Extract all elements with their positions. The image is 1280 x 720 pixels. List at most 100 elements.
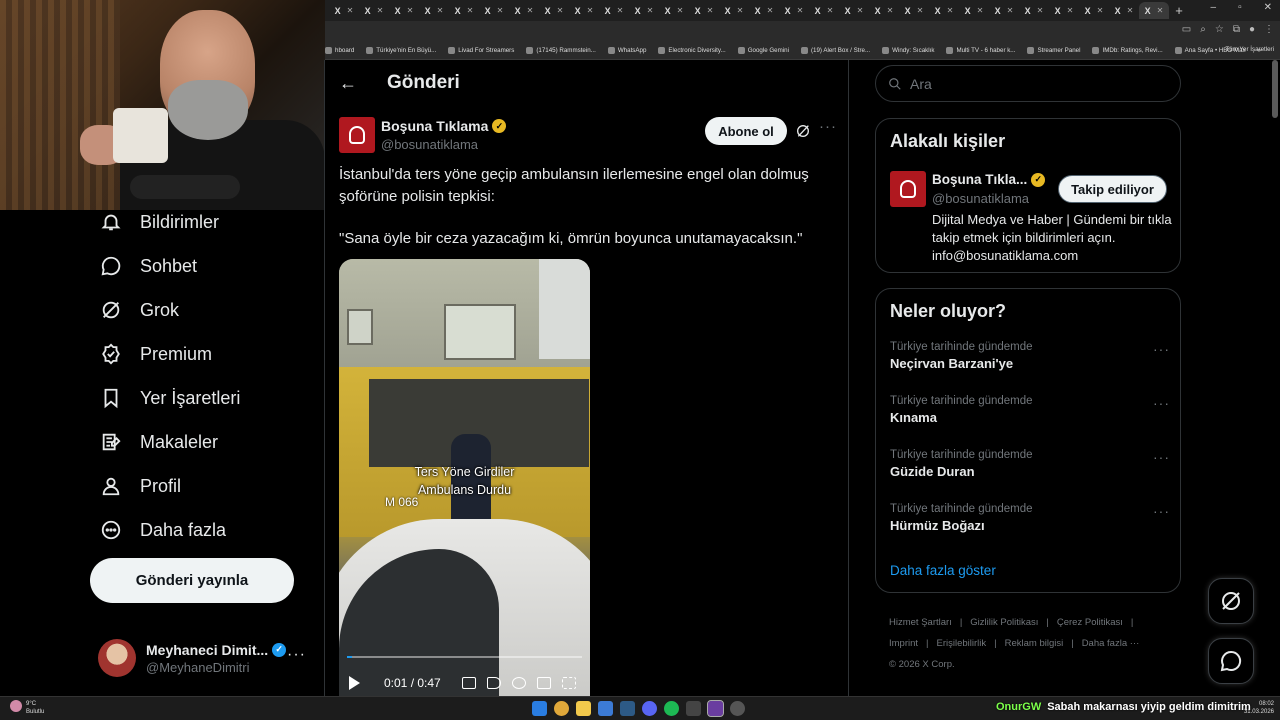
tab-close-icon[interactable]: ✕ — [347, 6, 354, 15]
bookmark-item[interactable]: hboard — [325, 46, 354, 54]
tab-close-icon[interactable]: ✕ — [557, 6, 564, 15]
new-tab-button[interactable]: + — [1169, 3, 1189, 18]
tab-close-icon[interactable]: ✕ — [677, 6, 684, 15]
tab-close-icon[interactable]: ✕ — [377, 6, 384, 15]
play-icon[interactable] — [349, 675, 360, 690]
footer-link[interactable]: Daha fazla ··· — [1082, 638, 1140, 649]
related-handle[interactable]: @bosunatiklama — [932, 191, 1029, 206]
footer-link[interactable]: Hizmet Şartları — [889, 617, 952, 628]
steam-icon[interactable] — [620, 701, 635, 716]
trend-item[interactable]: Türkiye tarihinde gündemde Hürmüz Boğazı ·… — [890, 503, 1170, 533]
browser-tab[interactable]: X ✕ — [329, 2, 359, 19]
bookmark-item[interactable]: (19) Alert Box / Stre... — [800, 46, 870, 54]
tab-close-icon[interactable]: ✕ — [797, 6, 804, 15]
file-explorer-icon[interactable] — [576, 701, 591, 716]
star-icon[interactable]: ☆ — [1215, 24, 1224, 35]
nav-item-daha-fazla[interactable]: Daha fazla — [88, 508, 318, 552]
bookmark-item[interactable]: Electronic Diversity... — [658, 46, 726, 54]
browser-tab[interactable]: X ✕ — [1109, 2, 1139, 19]
author-avatar[interactable] — [339, 117, 375, 153]
profile-icon[interactable]: ● — [1249, 24, 1255, 35]
browser-tab[interactable]: X ✕ — [929, 2, 959, 19]
weather-widget[interactable]: 9°C Bulutlu — [10, 700, 44, 716]
browser-tab[interactable]: X ✕ — [629, 2, 659, 19]
browser-tab[interactable]: X ✕ — [569, 2, 599, 19]
volume-icon[interactable] — [486, 676, 501, 689]
tab-close-icon[interactable]: ✕ — [1007, 6, 1014, 15]
tab-close-icon[interactable]: ✕ — [1037, 6, 1044, 15]
tab-close-icon[interactable]: ✕ — [947, 6, 954, 15]
app-icon[interactable] — [730, 701, 745, 716]
tab-close-icon[interactable]: ✕ — [407, 6, 414, 15]
messages-fab[interactable] — [1208, 638, 1254, 684]
tab-close-icon[interactable]: ✕ — [917, 6, 924, 15]
app-icon[interactable] — [598, 701, 613, 716]
all-bookmarks-folder[interactable]: Tüm Yer İşaretleri — [1226, 46, 1275, 53]
back-arrow-icon[interactable]: ← — [339, 73, 387, 94]
footer-link[interactable]: Çerez Politikası — [1057, 617, 1123, 628]
bookmark-item[interactable]: Streamer Panel — [1027, 46, 1080, 54]
tab-close-icon[interactable]: ✕ — [497, 6, 504, 15]
windows-start-icon[interactable] — [532, 701, 547, 716]
address-bar[interactable]: ▭ ⌕ ☆ ⧉ ● ⋮ — [325, 21, 1280, 41]
tab-close-icon[interactable]: ✕ — [767, 6, 774, 15]
browser-tab[interactable]: X ✕ — [959, 2, 989, 19]
browser-tab[interactable]: X ✕ — [689, 2, 719, 19]
browser-tab[interactable]: X ✕ — [749, 2, 779, 19]
minimize-icon[interactable]: – — [1211, 2, 1217, 13]
tab-close-icon[interactable]: ✕ — [617, 6, 624, 15]
tab-close-icon[interactable]: ✕ — [1157, 6, 1164, 15]
search-box[interactable] — [875, 65, 1181, 102]
browser-tab[interactable]: X ✕ — [599, 2, 629, 19]
browser-tab[interactable]: X ✕ — [1139, 2, 1169, 19]
maximize-icon[interactable]: ▫ — [1238, 2, 1242, 13]
search-input[interactable] — [910, 75, 1150, 92]
settings-icon[interactable] — [511, 676, 526, 689]
browser-tab[interactable]: X ✕ — [449, 2, 479, 19]
pip-icon[interactable] — [536, 676, 551, 689]
spotify-icon[interactable] — [664, 701, 679, 716]
menu-icon[interactable]: ⋮ — [1264, 24, 1274, 35]
bookmark-item[interactable]: Türkiye'nin En Büyü... — [366, 46, 436, 54]
browser-tab[interactable]: X ✕ — [899, 2, 929, 19]
bookmark-item[interactable]: IMDb: Ratings, Revi... — [1092, 46, 1163, 54]
bookmark-item[interactable]: WhatsApp — [607, 46, 646, 54]
author-handle[interactable]: @bosunatiklama — [381, 137, 478, 152]
browser-tab[interactable]: X ✕ — [809, 2, 839, 19]
tab-close-icon[interactable]: ✕ — [647, 6, 654, 15]
related-avatar[interactable] — [890, 171, 926, 207]
tab-close-icon[interactable]: ✕ — [1097, 6, 1104, 15]
more-icon[interactable]: ··· — [1153, 449, 1170, 465]
captions-icon[interactable] — [461, 676, 476, 689]
close-window-icon[interactable]: ✕ — [1264, 2, 1272, 13]
browser-tab[interactable]: X ✕ — [1019, 2, 1049, 19]
nav-item-makaleler[interactable]: Makaleler — [88, 420, 318, 464]
browser-tab[interactable]: X ✕ — [419, 2, 449, 19]
tab-close-icon[interactable]: ✕ — [857, 6, 864, 15]
nav-item-bildirimler[interactable]: Bildirimler — [88, 200, 318, 244]
account-switcher[interactable]: Meyhaneci Dimit... ✓ @MeyhaneDimitri ··· — [98, 636, 318, 680]
bookmark-item[interactable]: Google Gemini — [737, 46, 789, 54]
tab-close-icon[interactable]: ✕ — [467, 6, 474, 15]
tab-close-icon[interactable]: ✕ — [437, 6, 444, 15]
tab-close-icon[interactable]: ✕ — [527, 6, 534, 15]
more-icon[interactable]: ··· — [1153, 503, 1170, 519]
video-player[interactable]: Ters Yöne Girdiler Ambulans Durdu M 066 … — [339, 259, 590, 696]
browser-tab[interactable]: X ✕ — [869, 2, 899, 19]
browser-tab[interactable]: X ✕ — [779, 2, 809, 19]
tab-close-icon[interactable]: ✕ — [737, 6, 744, 15]
footer-link[interactable]: Imprint — [889, 638, 918, 649]
show-more-link[interactable]: Daha fazla göster — [890, 563, 996, 578]
trend-item[interactable]: Türkiye tarihinde gündemde Kınama ··· — [890, 395, 1170, 425]
zoom-icon[interactable]: ⌕ — [1200, 24, 1206, 35]
cast-icon[interactable]: ▭ — [1182, 24, 1191, 35]
discord-icon[interactable] — [642, 701, 657, 716]
bookmark-item[interactable]: Windy: Sıcaklık — [882, 46, 934, 54]
more-icon[interactable]: ··· — [287, 646, 306, 664]
grok-fab[interactable] — [1208, 578, 1254, 624]
related-name[interactable]: Boşuna Tıkla... — [932, 172, 1027, 187]
tab-close-icon[interactable]: ✕ — [977, 6, 984, 15]
footer-link[interactable]: Reklam bilgisi — [1005, 638, 1064, 649]
browser-tab[interactable]: X ✕ — [509, 2, 539, 19]
tab-close-icon[interactable]: ✕ — [1127, 6, 1134, 15]
